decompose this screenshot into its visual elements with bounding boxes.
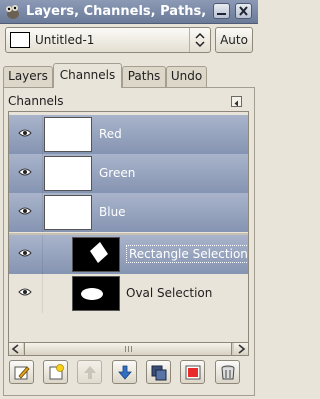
- visibility-eye-icon[interactable]: [18, 128, 32, 138]
- image-thumbnail: [10, 32, 30, 48]
- new-channel-icon: [49, 364, 64, 380]
- scroll-right-button[interactable]: [234, 343, 248, 355]
- scroll-grip: [125, 346, 133, 352]
- raise-channel-icon: [84, 366, 96, 379]
- channel-thumbnail: [72, 237, 120, 272]
- channel-name: Green: [99, 166, 136, 180]
- tab-layers[interactable]: Layers: [3, 66, 53, 87]
- tab-channels[interactable]: Channels: [53, 63, 122, 88]
- window-title: Layers, Channels, Paths, Undo: [26, 4, 211, 19]
- gimp-wilber-icon: [6, 5, 19, 19]
- up-down-arrows-icon: [195, 32, 205, 48]
- tab-paths[interactable]: Paths: [122, 66, 166, 87]
- edit-channel-attributes-button[interactable]: [9, 360, 34, 384]
- rotated-rectangle-mask-icon: [90, 242, 108, 263]
- close-icon: [239, 6, 248, 16]
- tab-menu-arrow-icon: [234, 100, 238, 107]
- arrow-left-icon: [11, 344, 19, 354]
- channel-row-blue[interactable]: Blue: [9, 193, 248, 232]
- image-combo-value: Untitled-1: [35, 33, 95, 47]
- channel-to-selection-icon: [185, 365, 201, 380]
- tab-menu-button[interactable]: [231, 96, 242, 107]
- minimize-button[interactable]: [213, 3, 230, 19]
- visibility-eye-icon[interactable]: [18, 206, 32, 216]
- lower-channel-icon: [118, 365, 132, 380]
- new-channel-button[interactable]: [43, 360, 68, 384]
- ellipse-mask-icon: [81, 288, 103, 300]
- lower-channel-button[interactable]: [112, 360, 137, 384]
- minimize-icon: [217, 13, 226, 15]
- close-button[interactable]: [235, 3, 252, 19]
- channel-name[interactable]: Rectangle Selection: [126, 245, 248, 263]
- channel-thumbnail: [44, 117, 92, 152]
- channel-thumbnail: [72, 276, 120, 311]
- row-divider: [42, 115, 43, 154]
- panel-title: Channels: [8, 94, 64, 108]
- window-titlebar[interactable]: Layers, Channels, Paths, Undo: [0, 0, 258, 24]
- channel-name: Red: [99, 127, 122, 141]
- horizontal-scrollbar[interactable]: [8, 342, 249, 356]
- visibility-eye-icon[interactable]: [18, 287, 32, 297]
- duplicate-channel-icon: [151, 365, 167, 381]
- channel-thumbnail: [44, 156, 92, 191]
- visibility-eye-icon[interactable]: [18, 248, 32, 258]
- image-selector-row: Untitled-1 Auto: [5, 27, 253, 53]
- tab-undo[interactable]: Undo: [166, 66, 207, 87]
- channel-name: Blue: [99, 205, 126, 219]
- channel-to-selection-button[interactable]: [180, 360, 205, 384]
- delete-channel-icon: [221, 365, 235, 380]
- auto-button[interactable]: Auto: [215, 27, 253, 53]
- row-divider: [42, 193, 43, 232]
- channel-thumbnail: [44, 195, 92, 230]
- row-divider: [42, 235, 43, 274]
- scroll-left-button[interactable]: [9, 343, 23, 355]
- visibility-eye-icon[interactable]: [18, 167, 32, 177]
- edit-channel-attributes-icon: [14, 366, 30, 380]
- raise-channel-button[interactable]: [77, 360, 102, 384]
- dock-tabs: Layers Channels Paths Undo: [3, 63, 255, 88]
- image-combo[interactable]: Untitled-1: [5, 27, 211, 53]
- channel-name: Oval Selection: [126, 286, 213, 300]
- duplicate-channel-button[interactable]: [146, 360, 171, 384]
- arrow-right-icon: [238, 344, 246, 354]
- row-divider: [42, 274, 43, 313]
- combo-arrows[interactable]: [189, 28, 210, 52]
- channel-row-green[interactable]: Green: [9, 154, 248, 193]
- delete-channel-button[interactable]: [215, 360, 240, 384]
- channel-row-red[interactable]: Red: [9, 115, 248, 154]
- channel-list[interactable]: Red Green Blue Rectangle Selection Oval …: [8, 111, 249, 343]
- channel-row-oval-selection[interactable]: Oval Selection: [9, 274, 248, 313]
- scroll-thumb[interactable]: [24, 343, 232, 355]
- channel-row-rectangle-selection[interactable]: Rectangle Selection: [9, 235, 248, 274]
- row-divider: [42, 154, 43, 193]
